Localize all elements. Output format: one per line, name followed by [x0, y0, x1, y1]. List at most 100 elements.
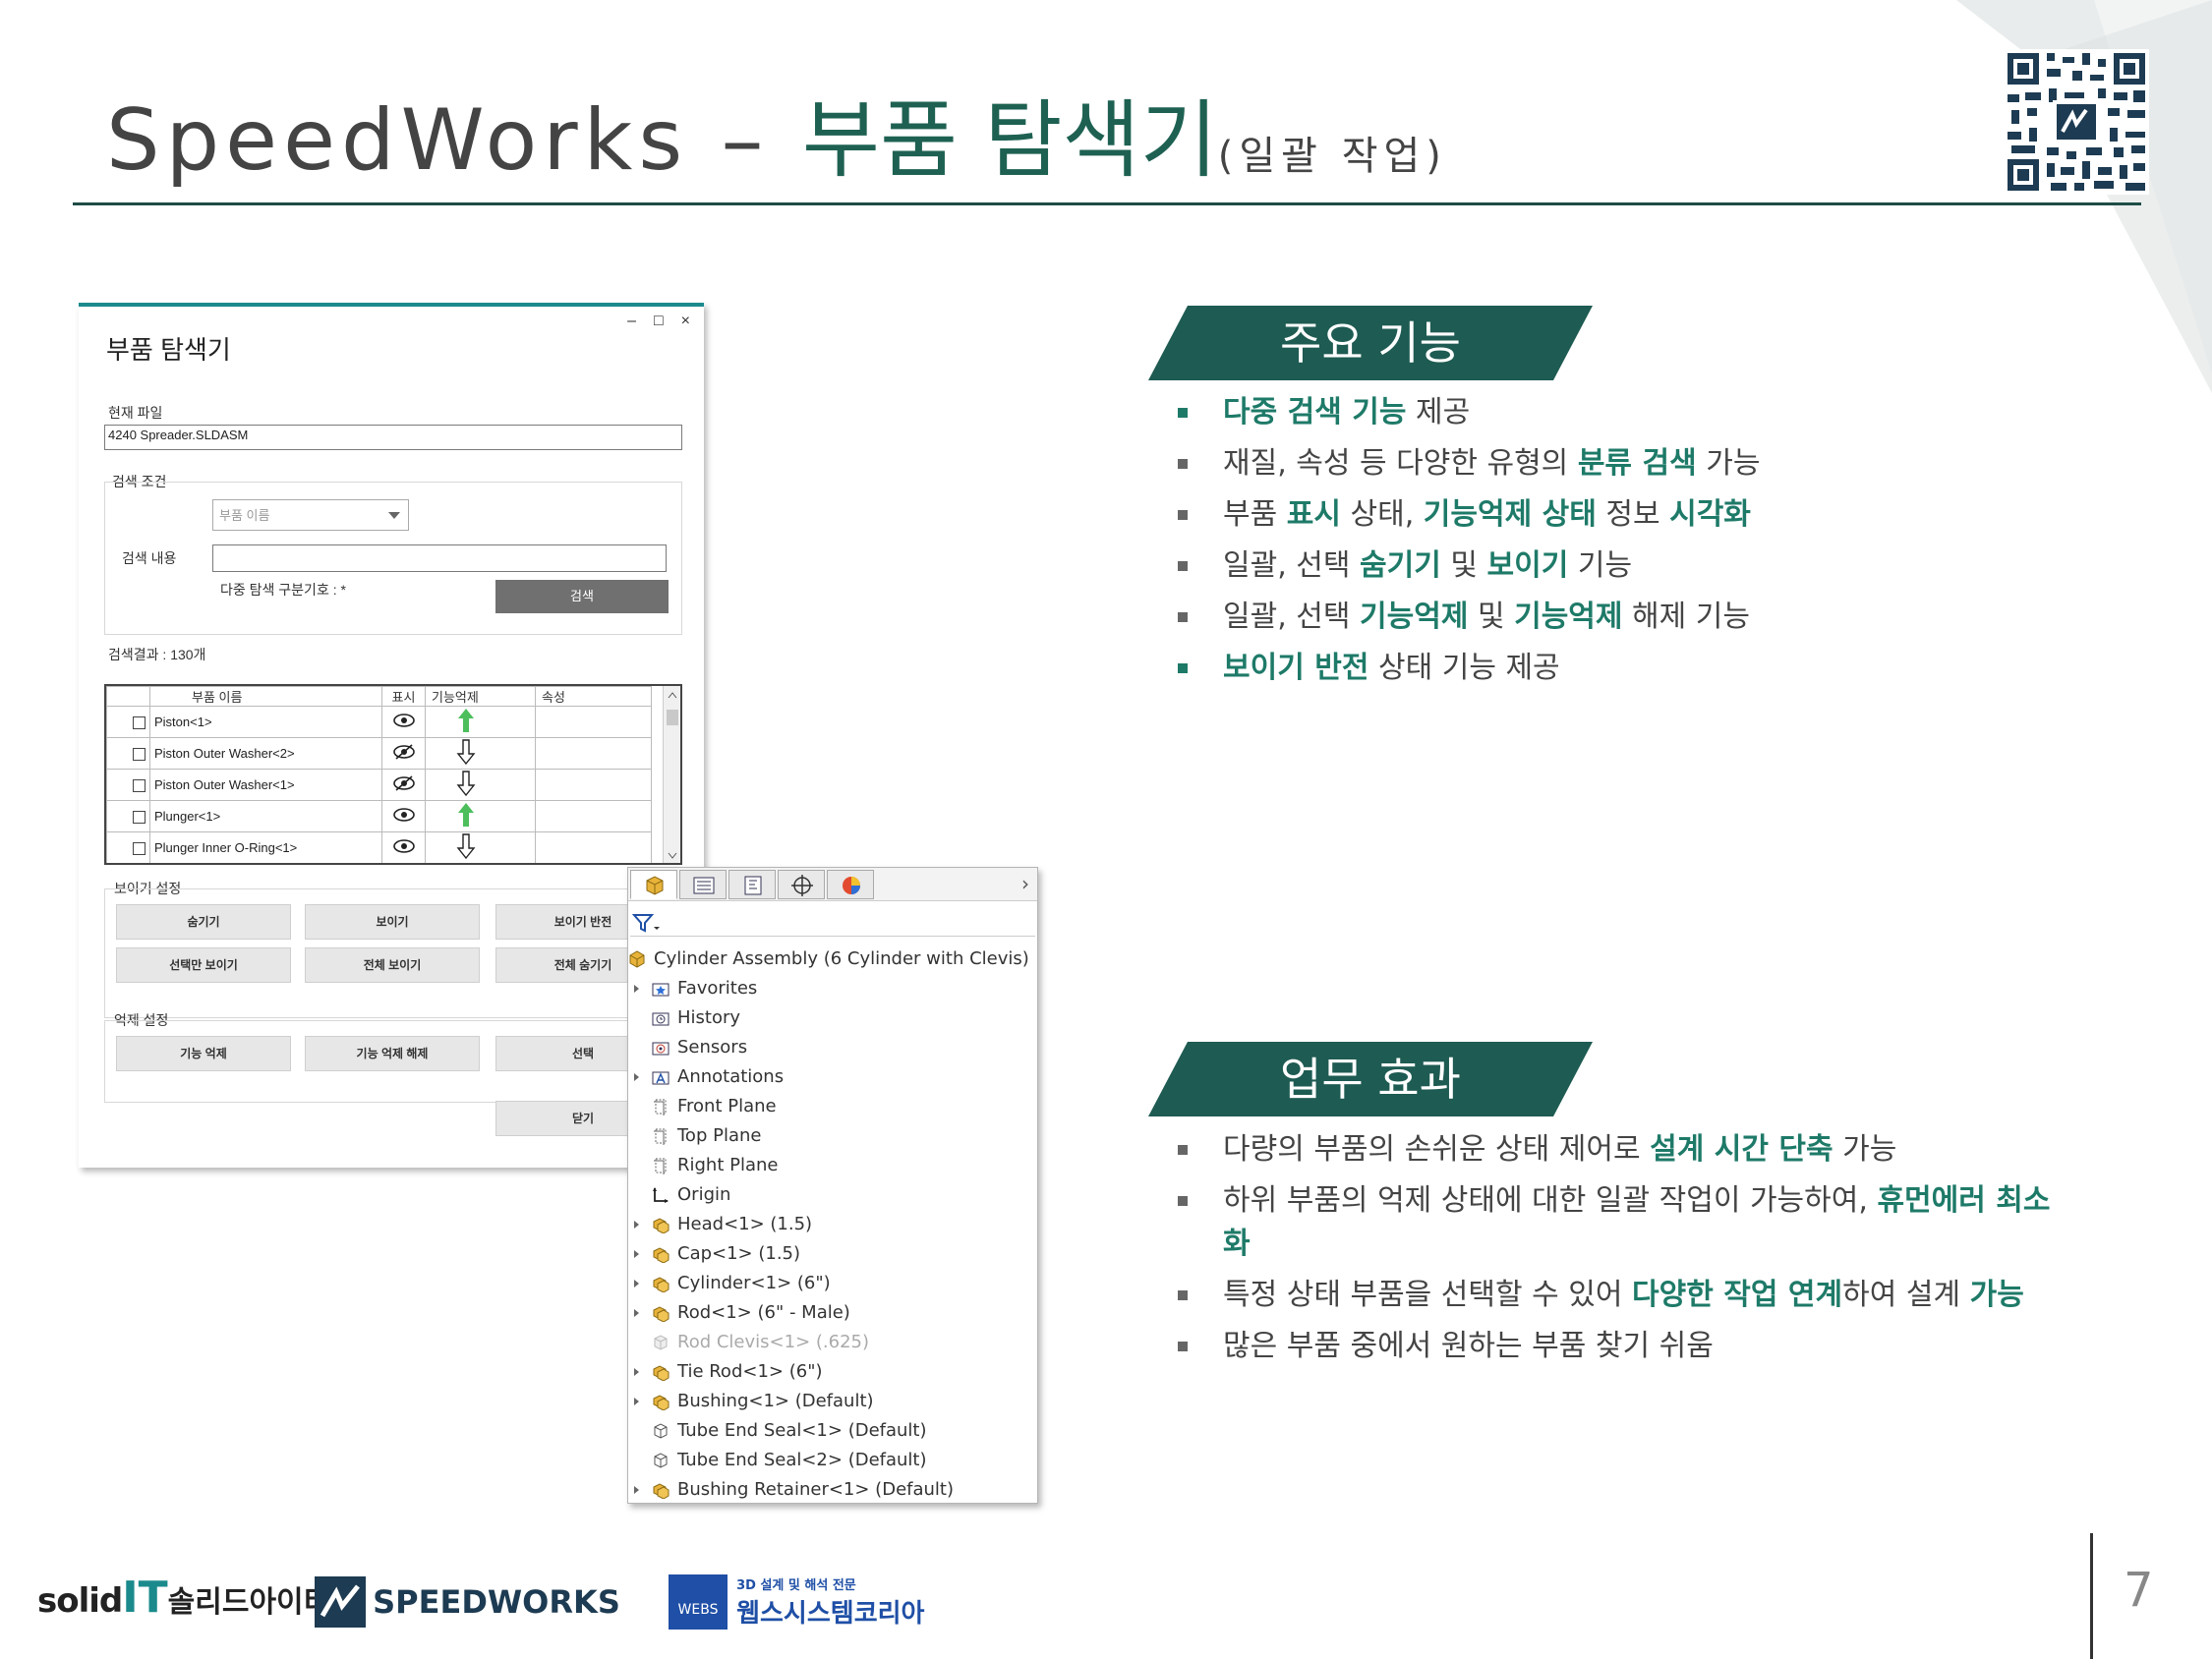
bullet-text: 많은 부품 중에서 원하는 부품 찾기 쉬움 — [1223, 1329, 1714, 1363]
search-content-input[interactable] — [212, 544, 667, 572]
part-name-cell[interactable]: Piston Outer Washer<2> — [149, 737, 382, 770]
search-type-dropdown[interactable]: 부품 이름 — [212, 499, 409, 531]
bullet-text: 상태, — [1340, 497, 1424, 532]
highlight-text: 분류 검색 — [1577, 446, 1697, 481]
tree-node-label: Origin — [677, 1184, 731, 1205]
show-button[interactable]: 보이기 — [305, 904, 480, 940]
bullet-text: 및 — [1468, 600, 1515, 634]
row-checkbox[interactable] — [133, 716, 146, 730]
bullet-text: 제공 — [1406, 395, 1471, 429]
row-checkbox-cell[interactable] — [106, 706, 150, 738]
table-row[interactable]: Piston Outer Washer<1> — [106, 769, 652, 801]
row-checkbox[interactable] — [133, 842, 146, 856]
tree-tabs-more-chevron[interactable]: › — [1021, 872, 1029, 895]
suppressed-arrow-icon[interactable] — [425, 769, 536, 801]
highlight-text: 숨기기 — [1360, 548, 1441, 583]
expand-arrow-icon[interactable] — [634, 1398, 639, 1405]
effects-heading: 업무 효과 — [1148, 1042, 1593, 1116]
expand-arrow-icon[interactable] — [634, 1221, 639, 1229]
qr-code — [2004, 49, 2149, 195]
resolved-arrow-icon[interactable] — [425, 800, 536, 832]
row-checkbox-cell[interactable] — [106, 800, 150, 832]
sensors-icon — [652, 1042, 669, 1056]
bullet-item: 보이기 반전 상태 기능 제공 — [1176, 643, 2061, 694]
minimize-button[interactable]: – — [627, 313, 636, 329]
eye-icon[interactable] — [381, 706, 426, 738]
bullet-item: 일괄, 선택 숨기기 및 보이기 기능 — [1176, 541, 2061, 592]
effects-heading-text: 업무 효과 — [1280, 1053, 1461, 1106]
appearance-icon — [843, 877, 860, 894]
tree-node-label: Bushing Retainer<1> (Default) — [677, 1479, 954, 1500]
features-heading-text: 주요 기능 — [1280, 316, 1461, 370]
part-icon — [654, 1453, 668, 1468]
current-file-input[interactable]: 4240 Spreader.SLDASM — [104, 425, 682, 450]
expand-arrow-icon[interactable] — [634, 1073, 639, 1081]
table-row[interactable]: Plunger<1> — [106, 800, 652, 832]
tab-dimxpert-manager[interactable] — [778, 870, 825, 899]
suppressed-arrow-icon[interactable] — [425, 737, 536, 770]
tree-node-label: Favorites — [677, 978, 758, 999]
suppressed-arrow-icon[interactable] — [425, 831, 536, 863]
expand-arrow-icon[interactable] — [634, 1486, 639, 1494]
speedworks-logo-icon — [315, 1576, 366, 1628]
table-row[interactable]: Piston Outer Washer<2> — [106, 737, 652, 770]
show-all-button[interactable]: 전체 보이기 — [305, 947, 480, 983]
expand-arrow-icon[interactable] — [634, 1280, 639, 1287]
part-name-cell[interactable]: Plunger Inner O-Ring<1> — [149, 831, 382, 863]
tab-configuration-manager[interactable] — [728, 870, 776, 899]
highlight-text: 가능 — [1969, 1278, 2024, 1312]
eye-icon[interactable] — [381, 800, 426, 832]
column-header[interactable]: 부품 이름 — [149, 686, 382, 707]
suppress-button[interactable]: 기능 억제 — [116, 1036, 291, 1071]
eye-hidden-icon[interactable] — [381, 737, 426, 770]
tab-property-manager[interactable] — [679, 870, 727, 899]
highlight-text: 시각화 — [1669, 497, 1751, 532]
results-scrollbar[interactable] — [663, 686, 680, 863]
expand-arrow-icon[interactable] — [634, 985, 639, 993]
expand-arrow-icon[interactable] — [634, 1368, 639, 1376]
table-row[interactable]: Plunger Inner O-Ring<1> — [106, 831, 652, 863]
features-heading: 주요 기능 — [1148, 306, 1593, 380]
tree-node-label: History — [677, 1007, 741, 1028]
bullet-item: 많은 부품 중에서 원하는 부품 찾기 쉬움 — [1176, 1321, 2061, 1372]
property-cell — [535, 831, 652, 863]
feature-manager-icon — [646, 876, 664, 895]
bullet-text: 일괄, 선택 — [1223, 548, 1361, 583]
hide-button[interactable]: 숨기기 — [116, 904, 291, 940]
tab-feature-manager[interactable] — [630, 870, 677, 899]
close-window-button[interactable]: × — [681, 313, 690, 329]
tree-node-label: Head<1> (1.5) — [677, 1214, 813, 1234]
search-button[interactable]: 검색 — [495, 580, 669, 613]
column-header[interactable]: 속성 — [535, 686, 652, 707]
filter-icon[interactable] — [630, 907, 669, 937]
row-checkbox[interactable] — [133, 779, 146, 793]
bullet-text: 해제 기능 — [1622, 600, 1750, 634]
row-checkbox-cell[interactable] — [106, 769, 150, 801]
webs-logo: WEBS 3D 설계 및 해석 전문 웹스시스템코리아 — [669, 1574, 924, 1630]
table-row[interactable]: Piston<1> — [106, 706, 652, 738]
eye-hidden-icon[interactable] — [381, 769, 426, 801]
maximize-button[interactable]: □ — [654, 313, 664, 329]
row-checkbox[interactable] — [133, 748, 146, 762]
part-name-cell[interactable]: Plunger<1> — [149, 800, 382, 832]
eye-icon[interactable] — [381, 831, 426, 863]
unsuppress-button[interactable]: 기능 억제 해제 — [305, 1036, 480, 1071]
solidit-logo-ko: 솔리드아이티 — [167, 1585, 331, 1620]
show-selected-only-button[interactable]: 선택만 보이기 — [116, 947, 291, 983]
column-header[interactable]: 표시 — [381, 686, 426, 707]
expand-arrow-icon[interactable] — [634, 1309, 639, 1317]
resolved-arrow-icon[interactable] — [425, 706, 536, 738]
expand-arrow-icon[interactable] — [634, 1250, 639, 1258]
tab-display-manager[interactable] — [827, 870, 874, 899]
row-checkbox[interactable] — [133, 811, 146, 825]
part-name-cell[interactable]: Piston<1> — [149, 706, 382, 738]
row-checkbox-cell[interactable] — [106, 737, 150, 770]
webs-logo-badge: WEBS — [669, 1574, 728, 1630]
row-checkbox-cell[interactable] — [106, 831, 150, 863]
column-header[interactable]: 기능억제 — [425, 686, 536, 707]
assembly-icon — [653, 1218, 669, 1233]
tree-node-label: Bushing<1> (Default) — [677, 1391, 874, 1411]
bullet-text: 일괄, 선택 — [1223, 600, 1361, 634]
plane-icon — [654, 1128, 667, 1145]
part-name-cell[interactable]: Piston Outer Washer<1> — [149, 769, 382, 801]
